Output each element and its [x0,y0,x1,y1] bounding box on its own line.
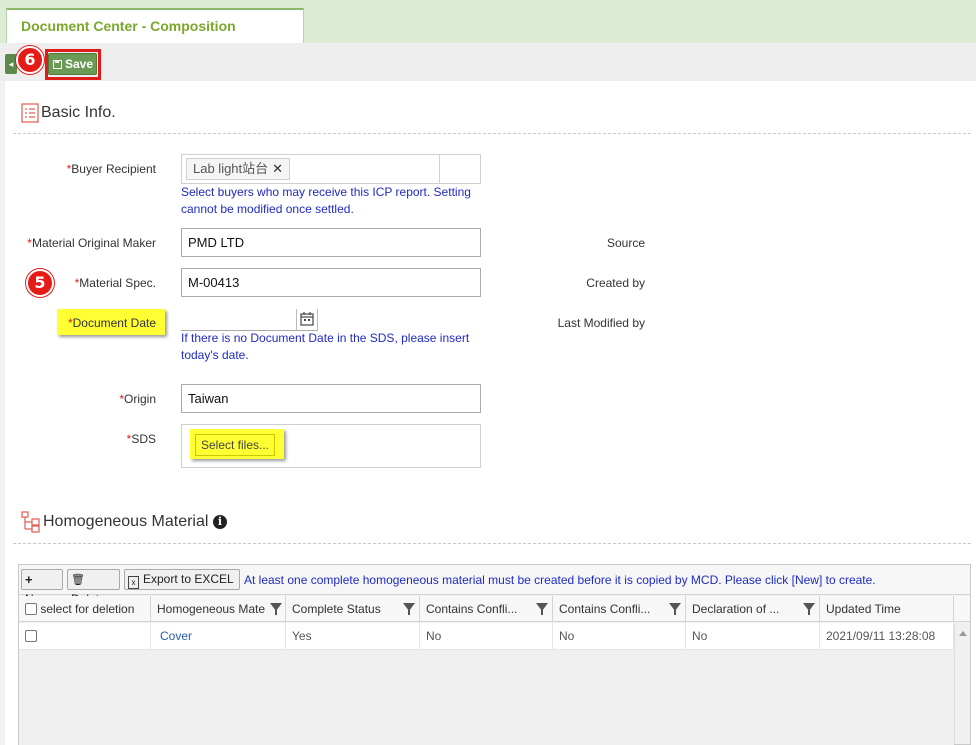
grid-toolbar: + New 🗑Delete xExport to EXCEL At least … [19,565,970,606]
complete-status-cell: Yes [286,623,420,650]
maker-label: *Material Original Maker [27,236,156,250]
column-header-complete-status[interactable]: Complete Status [286,596,420,622]
step-badge-6: 6 [16,46,44,74]
column-header-updated-time[interactable]: Updated Time [820,596,954,622]
buyer-hint: Select buyers who may receive this ICP r… [181,185,471,216]
list-icon [21,103,39,123]
column-header-homogeneous-material[interactable]: Homogeneous Mate [151,596,286,622]
divider [13,133,971,134]
table-row[interactable]: Cover Yes No No No 2021/09/11 13:28:08 [19,623,970,650]
divider [13,543,971,544]
select-all-checkbox[interactable] [25,603,37,615]
declaration-cell: No [686,623,820,650]
export-excel-button[interactable]: x Export to EXCEL [124,569,240,590]
plus-icon: + [25,572,33,587]
buyer-recipient-label: *Buyer Recipient [66,162,156,176]
spec-input[interactable]: M-00413 [181,268,481,297]
chip-remove-icon[interactable]: ✕ [272,161,283,176]
origin-label: *Origin [119,392,156,406]
conflict-1-cell: No [420,623,553,650]
new-button[interactable]: + New [21,569,63,606]
excel-icon: x [128,576,139,589]
spec-label: *Material Spec. [74,276,156,290]
trash-icon: 🗑 [71,574,85,586]
homogeneous-title: Homogeneous Material [43,513,209,530]
doc-date-hint: If there is no Document Date in the SDS,… [181,331,470,362]
save-button[interactable]: Save [48,53,97,75]
filter-icon[interactable] [536,603,548,615]
column-header-contains-conflict-1[interactable]: Contains Confli... [420,596,553,622]
filter-icon[interactable] [403,603,415,615]
column-header-declaration[interactable]: Declaration of ... [686,596,820,622]
material-name-link[interactable]: Cover [151,623,286,650]
filter-icon[interactable] [803,603,815,615]
grid-header: select for deletion Homogeneous Mate Com… [19,596,970,622]
source-label: Source [606,236,645,250]
column-header-contains-conflict-2[interactable]: Contains Confli... [553,596,686,622]
buyer-chip: Lab light站台 ✕ [186,158,291,180]
info-icon[interactable]: i [213,515,227,529]
grid-empty-area [19,651,954,745]
select-files-button[interactable]: Select files... [195,434,275,456]
filter-icon[interactable] [669,603,681,615]
scroll-up-icon[interactable] [958,631,967,636]
sds-label: *SDS [126,432,156,446]
conflict-2-cell: No [553,623,686,650]
basic-info-title: Basic Info. [41,104,116,121]
last-modified-label: Last Modified by [557,316,645,330]
save-label: Save [65,57,94,71]
calendar-icon[interactable] [296,309,318,331]
row-select-checkbox[interactable] [25,630,37,642]
delete-button[interactable]: 🗑Delete [67,569,120,606]
created-by-label: Created by [586,276,645,290]
grid-scrollbar[interactable] [954,623,970,744]
doc-date-label: *Document Date [67,316,156,330]
origin-input[interactable]: Taiwan [181,384,481,413]
updated-time-cell: 2021/09/11 13:28:08 [820,623,954,650]
homogeneous-grid: + New 🗑Delete xExport to EXCEL At least … [18,564,971,745]
toolbar: ◂ [0,43,976,81]
grid-message: At least one complete homogeneous materi… [244,573,876,587]
tree-icon [21,511,40,533]
maker-input[interactable]: PMD LTD [181,228,481,257]
tab-bar: Document Center - Composition Datasheet [0,0,976,66]
tab-composition-datasheet[interactable]: Document Center - Composition Datasheet [6,8,304,66]
buyer-recipient-multiselect[interactable]: Lab light站台 ✕ [181,154,481,184]
column-header-select[interactable]: select for deletion [19,596,151,622]
save-icon [53,60,62,69]
filter-icon[interactable] [270,603,282,615]
